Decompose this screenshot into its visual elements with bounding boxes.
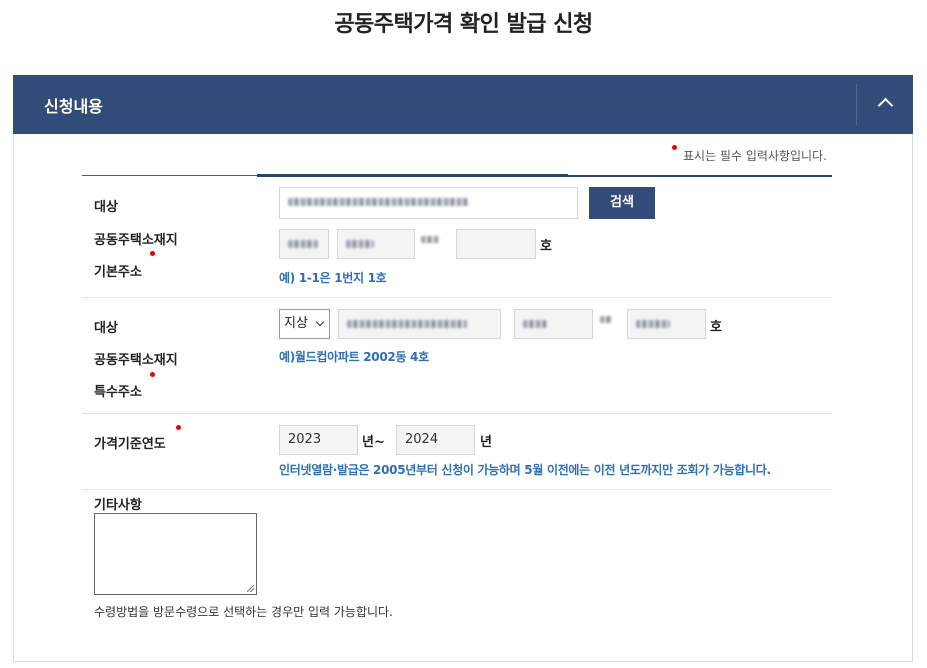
redacted-text (600, 316, 612, 323)
chevron-up-icon (877, 97, 894, 114)
year-from-unit: 년~ (362, 435, 385, 450)
price-year-to-input[interactable]: 2024 (396, 425, 475, 455)
row-divider (82, 413, 832, 414)
collapse-toggle-button[interactable] (857, 75, 913, 134)
basic-address-label-type: 기본주소 (94, 265, 142, 280)
special-address-label-type: 특수주소 (94, 385, 142, 400)
building-ho-input[interactable] (627, 309, 706, 339)
panel-title: 신청내용 (44, 97, 103, 116)
table-top-line (82, 175, 257, 176)
required-marker-icon (150, 251, 155, 256)
lot-number-sub-input[interactable] (337, 229, 415, 259)
table-top-line-right (568, 175, 832, 177)
ground-type-select[interactable]: 지상 (279, 309, 330, 339)
basic-address-label-location: 공동주택소재지 (94, 233, 178, 248)
year-to-unit: 년 (480, 435, 492, 450)
special-address-label-target: 대상 (94, 321, 118, 336)
resize-grip-icon[interactable] (247, 585, 254, 592)
etc-textarea[interactable] (94, 513, 257, 595)
row-divider (82, 297, 832, 298)
etc-label: 기타사항 (94, 498, 142, 513)
basic-address-label-target: 대상 (94, 200, 118, 215)
page-title: 공동주택가격 확인 발급 신청 (334, 12, 593, 37)
price-year-label: 가격기준연도 (94, 437, 166, 452)
redacted-text (347, 319, 467, 328)
special-address-label-location: 공동주택소재지 (94, 353, 178, 368)
chevron-down-icon (315, 317, 325, 327)
unit-number-input[interactable] (456, 229, 536, 259)
ground-type-selected-value: 지상 (284, 316, 308, 331)
redacted-text (636, 319, 670, 328)
basic-address-hint: 예) 1-1은 1번지 1호 (279, 271, 387, 285)
ho-unit-label: 호 (540, 239, 552, 254)
search-button[interactable]: 검색 (589, 187, 655, 219)
etc-note: 수령방법을 방문수령으로 선택하는 경우만 입력 가능합니다. (94, 605, 393, 619)
price-year-hint: 인터넷열람·발급은 2005년부터 신청이 가능하며 5월 이전에는 이전 년도… (279, 463, 771, 477)
redacted-text (288, 239, 318, 248)
special-address-hint: 예)월드컵아파트 2002동 4호 (279, 350, 429, 364)
price-year-from-input[interactable]: 2023 (279, 425, 358, 455)
redacted-text (346, 239, 374, 248)
required-note: 표시는 필수 입력사항입니다. (683, 149, 827, 163)
required-marker-icon (176, 425, 181, 430)
basic-address-input[interactable] (279, 187, 578, 219)
redacted-text (523, 319, 547, 328)
row-divider (82, 489, 832, 490)
ho-unit-label: 호 (710, 320, 722, 335)
building-dong-input[interactable] (514, 309, 593, 339)
panel-header: 신청내용 (13, 75, 913, 134)
lot-number-main-input[interactable] (279, 229, 329, 259)
redacted-text (421, 236, 439, 243)
building-name-input[interactable] (338, 309, 501, 339)
redacted-text (288, 197, 468, 206)
required-marker-icon (150, 372, 155, 377)
required-marker-icon (672, 145, 677, 150)
table-top-line-accent (257, 174, 568, 177)
